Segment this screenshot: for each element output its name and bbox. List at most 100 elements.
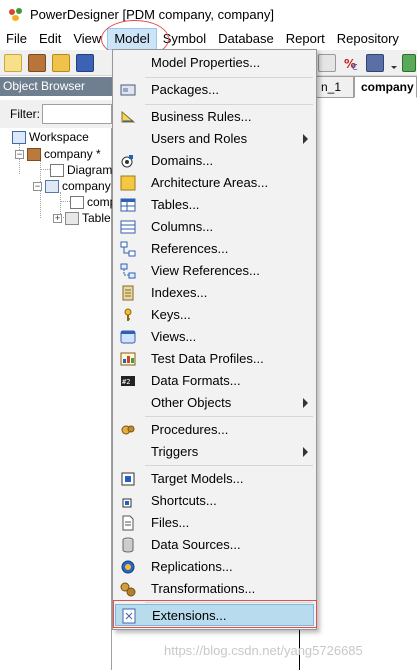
filter-input[interactable] — [42, 104, 112, 124]
toolbar-overflow-icon[interactable] — [390, 54, 398, 72]
tab-diagram-1[interactable]: n_1 — [314, 76, 354, 98]
menu-symbol[interactable]: Symbol — [157, 28, 212, 50]
submenu-arrow-icon — [303, 134, 308, 144]
tree-label: Workspace — [29, 130, 89, 144]
check-model-icon[interactable]: % C — [342, 54, 360, 72]
references-icon — [120, 241, 136, 257]
diagram-canvas[interactable] — [300, 98, 417, 670]
files-icon — [122, 515, 134, 531]
menu-item-model-properties[interactable]: Model Properties... — [115, 52, 314, 74]
menu-item-procedures[interactable]: Procedures... — [115, 419, 314, 441]
shortcuts-icon — [122, 498, 132, 508]
toolbar-tool-icon[interactable] — [318, 54, 336, 72]
target-models-icon — [121, 472, 135, 486]
object-browser-header: Object Browser — [0, 77, 112, 96]
tree-label: company — [62, 179, 111, 193]
menu-item-data-formats[interactable]: #2 Data Formats... — [115, 370, 314, 392]
menu-view[interactable]: View — [67, 28, 107, 50]
menu-file[interactable]: File — [0, 28, 33, 50]
database-tool-icon[interactable] — [366, 54, 384, 72]
tree-label: Table — [82, 211, 111, 225]
diagram-panel: n_1 company — [300, 76, 417, 670]
powerdesigner-logo-icon — [8, 6, 24, 22]
model-menu-dropdown: Model Properties... Packages... Business… — [112, 49, 317, 630]
menu-item-target-models[interactable]: Target Models... — [115, 468, 314, 490]
object-browser-tree: Workspace − company * Diagram_ − company… — [0, 128, 119, 670]
views-icon — [120, 330, 136, 344]
save-icon[interactable] — [76, 54, 94, 72]
toolbar-extra-icon[interactable] — [402, 54, 416, 72]
replications-icon — [121, 560, 135, 574]
model-icon — [27, 147, 41, 161]
folder-icon — [65, 211, 79, 225]
menu-item-triggers[interactable]: Triggers — [115, 441, 314, 463]
menu-item-replications[interactable]: Replications... — [115, 556, 314, 578]
menu-separator — [145, 602, 313, 603]
menu-report[interactable]: Report — [280, 28, 331, 50]
menu-item-business-rules[interactable]: Business Rules... — [115, 106, 314, 128]
workspace-icon — [12, 130, 26, 144]
submenu-arrow-icon — [303, 398, 308, 408]
tab-company[interactable]: company — [354, 76, 417, 98]
tree-item-company-model[interactable]: − company * — [15, 147, 101, 161]
menu-item-data-sources[interactable]: Data Sources... — [115, 534, 314, 556]
menu-item-extensions[interactable]: Extensions... — [115, 604, 314, 626]
tree-item-comp[interactable]: comp — [70, 195, 116, 209]
menu-item-columns[interactable]: Columns... — [115, 216, 314, 238]
tree-item-company-package[interactable]: − company — [33, 179, 111, 193]
menu-item-transformations[interactable]: Transformations... — [115, 578, 314, 600]
menu-item-tables[interactable]: Tables... — [115, 194, 314, 216]
menu-item-test-data-profiles[interactable]: Test Data Profiles... — [115, 348, 314, 370]
submenu-arrow-icon — [303, 447, 308, 457]
transformations-icon — [120, 582, 136, 597]
menu-item-indexes[interactable]: Indexes... — [115, 282, 314, 304]
keys-icon — [124, 308, 132, 321]
new-icon[interactable] — [4, 54, 22, 72]
menu-item-other-objects[interactable]: Other Objects — [115, 392, 314, 414]
collapse-icon[interactable]: − — [33, 181, 42, 191]
open-folder-icon[interactable] — [52, 54, 70, 72]
business-rules-icon — [121, 110, 136, 123]
menu-bar: File Edit View Model Symbol Database Rep… — [0, 28, 417, 50]
tree-item-tables[interactable]: + Table — [53, 211, 111, 225]
architecture-areas-icon — [120, 175, 136, 191]
svg-text:#2: #2 — [122, 378, 130, 386]
menu-edit[interactable]: Edit — [33, 28, 67, 50]
menu-item-references[interactable]: References... — [115, 238, 314, 260]
menu-item-architecture-areas[interactable]: Architecture Areas... — [115, 172, 314, 194]
domains-icon — [121, 155, 133, 168]
menu-repository[interactable]: Repository — [331, 28, 405, 50]
menu-item-files[interactable]: Files... — [115, 512, 314, 534]
collapse-icon[interactable]: − — [15, 149, 24, 159]
menu-separator — [145, 416, 313, 417]
watermark-text: https://blog.csdn.net/yang5726685 — [164, 643, 363, 658]
tree-item-workspace[interactable]: Workspace — [12, 130, 89, 144]
menu-item-keys[interactable]: Keys... — [115, 304, 314, 326]
menu-separator — [145, 465, 313, 466]
filter-row: Filter: — [0, 100, 112, 128]
svg-text:C: C — [352, 63, 358, 72]
menu-separator — [145, 77, 313, 78]
menu-item-domains[interactable]: Domains... — [115, 150, 314, 172]
new-model-icon[interactable] — [28, 54, 46, 72]
menu-model[interactable]: Model — [107, 28, 157, 50]
filter-label: Filter: — [10, 107, 40, 121]
menu-item-shortcuts[interactable]: Shortcuts... — [115, 490, 314, 512]
menu-item-packages[interactable]: Packages... — [115, 79, 314, 101]
diagram-icon — [70, 195, 84, 209]
data-sources-icon — [122, 537, 134, 553]
menu-item-view-references[interactable]: View References... — [115, 260, 314, 282]
expand-icon[interactable]: + — [53, 213, 62, 223]
tree-item-diagram[interactable]: Diagram_ — [50, 163, 119, 177]
columns-icon — [120, 220, 136, 234]
menu-item-views[interactable]: Views... — [115, 326, 314, 348]
extensions-icon — [122, 608, 136, 624]
package-icon — [45, 179, 59, 193]
diagram-icon — [50, 163, 64, 177]
menu-database[interactable]: Database — [212, 28, 280, 50]
menu-item-users-and-roles[interactable]: Users and Roles — [115, 128, 314, 150]
menu-separator — [145, 104, 313, 105]
view-references-icon — [120, 263, 136, 279]
test-data-profiles-icon — [120, 352, 136, 366]
tables-icon — [120, 198, 136, 212]
